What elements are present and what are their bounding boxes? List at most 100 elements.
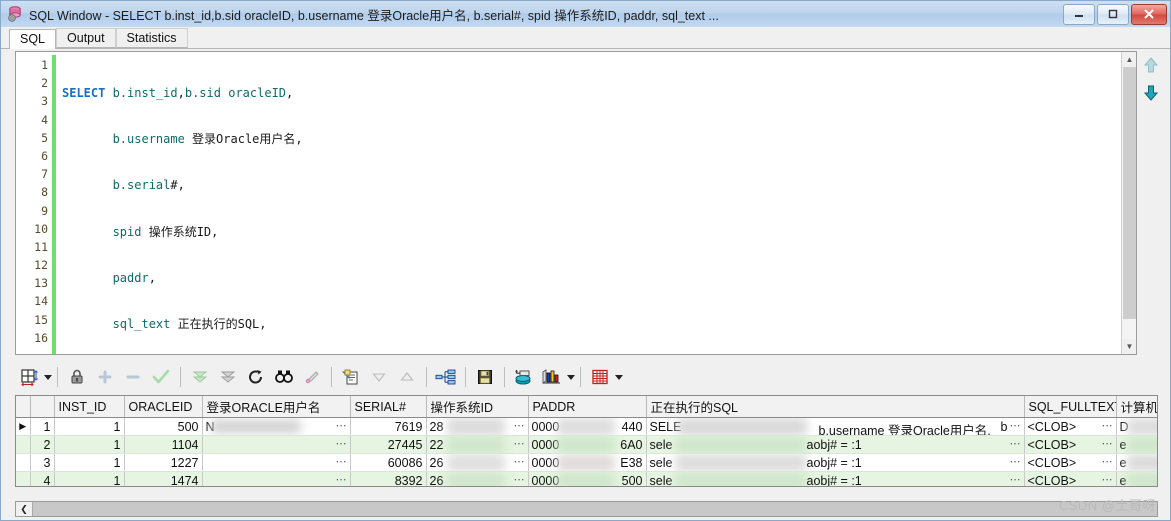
cell-paddr[interactable]: 0000 6A0 xyxy=(528,435,647,454)
cell-inst-id[interactable]: 1 xyxy=(54,471,125,486)
cell-machine[interactable]: e xyxy=(1116,471,1157,486)
results-grid[interactable]: INST_ID ORACLEID 登录ORACLE用户名 SERIAL# 操作系… xyxy=(15,395,1158,487)
cell-paddr[interactable]: 0000 E38 xyxy=(528,453,647,472)
cell-paddr[interactable]: 0000 500 xyxy=(528,471,647,486)
cell-running-sql[interactable]: sele aobj# = :1 ⋯ xyxy=(646,453,1025,472)
cell-expand-ellipsis[interactable]: ⋯ xyxy=(1102,473,1114,486)
sql-code-area[interactable]: SELECT b.inst_id,b.sid oracleID, b.usern… xyxy=(56,52,1136,354)
tab-statistics[interactable]: Statistics xyxy=(115,28,188,48)
column-header-os-id[interactable]: 操作系统ID xyxy=(426,396,529,418)
table-view-button[interactable] xyxy=(588,365,612,389)
row-number: 1 xyxy=(30,417,55,436)
cell-inst-id[interactable]: 1 xyxy=(54,453,125,472)
cell-expand-ellipsis[interactable]: ⋯ xyxy=(336,419,348,432)
cell-oracleid[interactable]: 1104 xyxy=(124,435,203,454)
close-button[interactable] xyxy=(1131,3,1167,25)
table-row[interactable]: 2 1 1104 ⋯ 27445 22 ⋯ 0000 6A0 sele aobj… xyxy=(16,435,1157,454)
scrollbar-thumb[interactable] xyxy=(1123,67,1136,319)
cell-os-id[interactable]: 26 ⋯ xyxy=(426,453,529,472)
scroll-down-arrow[interactable]: ▼ xyxy=(1122,339,1136,354)
table-view-caret-icon[interactable] xyxy=(615,374,623,380)
scrollbar-track[interactable] xyxy=(33,502,1157,516)
explain-plan-button[interactable] xyxy=(434,365,458,389)
sql-editor[interactable]: 1 2 3 4 5 6 7 8 9 10 11 12 13 14 15 16 S… xyxy=(15,51,1137,355)
table-row[interactable]: 3 1 1227 ⋯ 60086 26 ⋯ 0000 E38 sele aobj… xyxy=(16,453,1157,472)
cell-expand-ellipsis[interactable]: ⋯ xyxy=(1102,437,1114,450)
cell-serial[interactable]: 8392 xyxy=(350,471,427,486)
column-header-inst-id[interactable]: INST_ID xyxy=(54,396,125,418)
column-header-paddr[interactable]: PADDR xyxy=(528,396,647,418)
cell-expand-ellipsis[interactable]: ⋯ xyxy=(514,419,526,432)
cell-machine[interactable]: e xyxy=(1116,435,1157,454)
cell-paddr[interactable]: 0000 440 xyxy=(528,417,647,436)
cell-os-id[interactable]: 28 ⋯ xyxy=(426,417,529,436)
grid-layout-button[interactable] xyxy=(17,365,41,389)
maximize-button[interactable] xyxy=(1097,3,1129,25)
cell-expand-ellipsis[interactable]: ⋯ xyxy=(1102,455,1114,468)
column-header-serial[interactable]: SERIAL# xyxy=(350,396,427,418)
cell-os-id[interactable]: 26 ⋯ xyxy=(426,471,529,486)
cell-username[interactable]: N ⋯ xyxy=(202,417,351,436)
editor-vertical-scrollbar[interactable]: ▲ ▼ xyxy=(1121,52,1136,354)
table-row[interactable]: ▶ 1 1 500 N ⋯ 7619 28 ⋯ 0000 440 SELE b.… xyxy=(16,417,1157,436)
cell-serial[interactable]: 60086 xyxy=(350,453,427,472)
cell-running-sql[interactable]: SELE b.username 登录Oracle用户名, b ⋯ xyxy=(646,417,1025,436)
cell-expand-ellipsis[interactable]: ⋯ xyxy=(514,437,526,450)
cell-username[interactable]: ⋯ xyxy=(202,435,351,454)
cell-expand-ellipsis[interactable]: ⋯ xyxy=(1010,437,1022,450)
chart-button[interactable] xyxy=(540,365,564,389)
column-header-running-sql[interactable]: 正在执行的SQL xyxy=(646,396,1025,418)
scroll-up-arrow[interactable]: ▲ xyxy=(1122,52,1136,67)
cell-inst-id[interactable]: 1 xyxy=(54,435,125,454)
cell-sql-fulltext-text: <CLOB> xyxy=(1027,473,1077,487)
fetch-last-page-button xyxy=(216,365,240,389)
cell-serial[interactable]: 27445 xyxy=(350,435,427,454)
cell-expand-ellipsis[interactable]: ⋯ xyxy=(514,473,526,486)
cell-expand-ellipsis[interactable]: ⋯ xyxy=(336,455,348,468)
find-button[interactable] xyxy=(272,365,296,389)
cell-oracleid[interactable]: 1474 xyxy=(124,471,203,486)
refresh-button[interactable] xyxy=(244,365,268,389)
tab-output[interactable]: Output xyxy=(56,28,116,48)
scroll-left-arrow[interactable]: ❮ xyxy=(16,502,33,516)
cell-expand-ellipsis[interactable]: ⋯ xyxy=(336,473,348,486)
save-button[interactable] xyxy=(473,365,497,389)
cell-expand-ellipsis[interactable]: ⋯ xyxy=(1102,419,1114,432)
cell-os-id[interactable]: 22 ⋯ xyxy=(426,435,529,454)
column-header-sql-fulltext[interactable]: SQL_FULLTEXT xyxy=(1024,396,1117,418)
cell-sql-fulltext[interactable]: <CLOB> ⋯ xyxy=(1024,435,1117,454)
column-header-machine[interactable]: 计算机名 xyxy=(1116,396,1157,418)
nav-down-arrow-icon[interactable] xyxy=(1141,83,1169,103)
column-header-username[interactable]: 登录ORACLE用户名 xyxy=(202,396,351,418)
redacted-overlay xyxy=(676,418,807,435)
column-header-oracleid[interactable]: ORACLEID xyxy=(124,396,203,418)
cell-running-sql[interactable]: sele aobj# = :1 ⋯ xyxy=(646,435,1025,454)
export-data-button[interactable] xyxy=(512,365,536,389)
cell-oracleid[interactable]: 500 xyxy=(124,417,203,436)
cell-sql-fulltext[interactable]: <CLOB> ⋯ xyxy=(1024,417,1117,436)
cell-username[interactable]: ⋯ xyxy=(202,471,351,486)
cell-machine[interactable]: D xyxy=(1116,417,1157,436)
cell-expand-ellipsis[interactable]: ⋯ xyxy=(1010,455,1022,468)
lock-button[interactable] xyxy=(65,365,89,389)
cell-expand-ellipsis[interactable]: ⋯ xyxy=(336,437,348,450)
table-row[interactable]: 4 1 1474 ⋯ 8392 26 ⋯ 0000 500 sele aobj#… xyxy=(16,471,1157,487)
cell-username[interactable]: ⋯ xyxy=(202,453,351,472)
cell-sql-fulltext[interactable]: <CLOB> ⋯ xyxy=(1024,453,1117,472)
grid-horizontal-scrollbar[interactable]: ❮ xyxy=(15,501,1158,517)
tab-sql[interactable]: SQL xyxy=(9,29,57,49)
copy-to-clipboard-button[interactable] xyxy=(339,365,363,389)
cell-oracleid[interactable]: 1227 xyxy=(124,453,203,472)
cell-expand-ellipsis[interactable]: ⋯ xyxy=(1010,473,1022,486)
cell-serial[interactable]: 7619 xyxy=(350,417,427,436)
grid-layout-caret-icon[interactable] xyxy=(44,374,52,380)
nav-up-arrow-icon[interactable] xyxy=(1141,55,1169,75)
cell-running-sql[interactable]: sele aobj# = :1 ⋯ xyxy=(646,471,1025,486)
chart-caret-icon[interactable] xyxy=(567,374,575,380)
cell-expand-ellipsis[interactable]: ⋯ xyxy=(514,455,526,468)
minimize-button[interactable] xyxy=(1063,3,1095,25)
cell-sql-fulltext[interactable]: <CLOB> ⋯ xyxy=(1024,471,1117,487)
cell-machine[interactable]: e xyxy=(1116,453,1157,472)
cell-expand-ellipsis[interactable]: ⋯ xyxy=(1010,419,1022,432)
cell-inst-id[interactable]: 1 xyxy=(54,417,125,436)
